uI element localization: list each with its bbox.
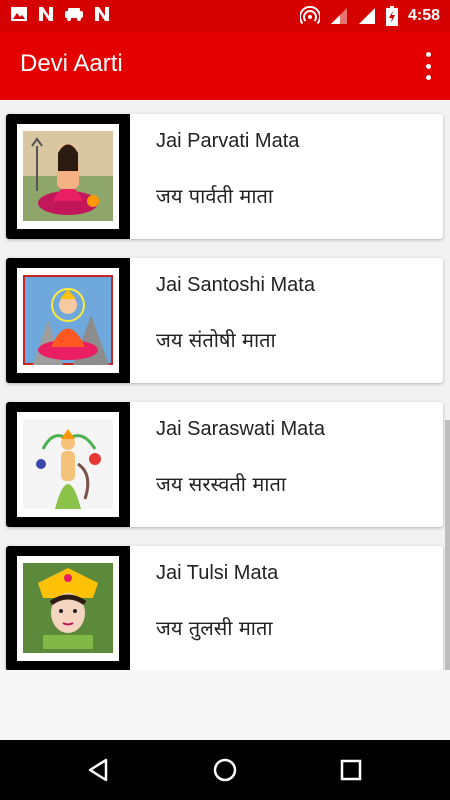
item-title-hi: जय सरस्वती माता xyxy=(156,472,287,496)
n-notification-icon xyxy=(95,7,109,21)
list-item[interactable]: Jai Parvati Mata जय पार्वती माता xyxy=(6,114,443,239)
item-title-hi: जय पार्वती माता xyxy=(156,184,274,208)
n-notification-icon xyxy=(39,7,53,21)
car-icon xyxy=(65,8,83,21)
list-item[interactable]: Jai Saraswati Mata जय सरस्वती माता xyxy=(6,402,443,527)
tulsi-image xyxy=(23,563,113,653)
signal-icon xyxy=(330,8,347,24)
image-icon xyxy=(11,7,27,21)
thumbnail-frame xyxy=(6,402,130,527)
hotspot-icon xyxy=(299,6,320,25)
recents-icon[interactable] xyxy=(336,755,366,785)
scrollbar[interactable] xyxy=(445,420,450,670)
item-title-en: Jai Parvati Mata xyxy=(156,130,300,152)
list-item[interactable]: Jai Santoshi Mata जय संतोषी माता xyxy=(6,258,443,383)
app-title: Devi Aarti xyxy=(20,50,123,77)
santoshi-image xyxy=(23,275,113,365)
thumbnail-frame xyxy=(6,546,130,670)
item-title-en: Jai Santoshi Mata xyxy=(156,274,315,296)
overflow-menu-icon[interactable] xyxy=(424,52,432,80)
home-icon[interactable] xyxy=(210,755,240,785)
app-bar: Devi Aarti xyxy=(0,32,450,100)
battery-charging-icon xyxy=(385,6,398,26)
status-bar: 4:58 xyxy=(0,0,450,32)
saraswati-image xyxy=(23,419,113,509)
aarti-list: Jai Parvati Mata जय पार्वती माता Jai San… xyxy=(0,100,450,670)
item-title-hi: जय संतोषी माता xyxy=(156,328,276,352)
item-title-en: Jai Tulsi Mata xyxy=(156,562,279,584)
thumbnail-frame xyxy=(6,114,130,239)
parvati-image xyxy=(23,131,113,221)
back-icon[interactable] xyxy=(84,755,114,785)
status-time: 4:58 xyxy=(407,7,440,24)
item-title-en: Jai Saraswati Mata xyxy=(156,418,325,440)
item-title-hi: जय तुलसी माता xyxy=(156,616,273,640)
list-item[interactable]: Jai Tulsi Mata जय तुलसी माता xyxy=(6,546,443,670)
signal-icon xyxy=(358,8,375,24)
navigation-bar xyxy=(0,740,450,800)
list-empty-area xyxy=(0,670,450,740)
thumbnail-frame xyxy=(6,258,130,383)
